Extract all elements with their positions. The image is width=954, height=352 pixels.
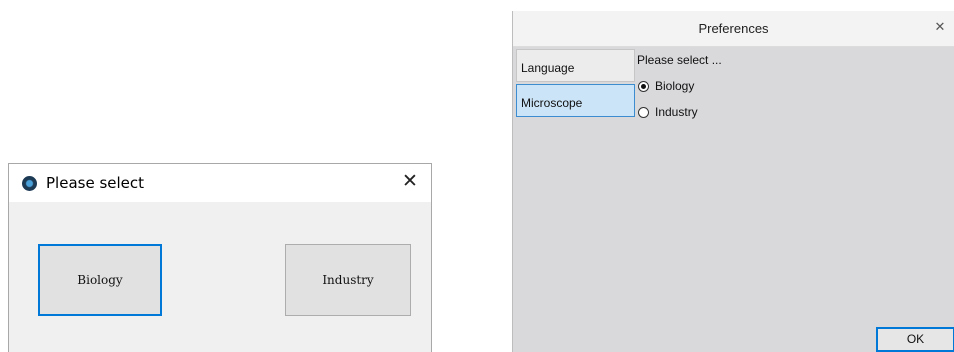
radio-button-unchecked[interactable] [638,106,649,118]
tab-language[interactable]: Language [516,49,635,82]
select-dialog-titlebar: Please select ✕ [9,164,431,202]
preferences-titlebar: Preferences ✕ [513,11,954,47]
preferences-dialog: Preferences ✕ Language Microscope Please… [512,11,954,352]
radio-biology[interactable]: Biology [638,78,694,94]
industry-button[interactable]: Industry [285,244,411,316]
radio-button-checked[interactable] [638,80,649,92]
ok-button[interactable]: OK [876,327,954,352]
radio-industry-label: Industry [655,105,698,119]
close-icon[interactable]: ✕ [932,20,948,36]
preferences-title: Preferences [698,21,769,36]
app-icon [22,176,37,191]
microscope-panel: Please select ... Biology Industry [637,49,954,352]
biology-button[interactable]: Biology [38,244,162,316]
preferences-tabs: Language Microscope [516,49,635,117]
select-prompt: Please select ... [637,53,722,67]
select-dialog-title: Please select [46,174,145,192]
close-icon[interactable]: ✕ [399,170,421,192]
radio-industry[interactable]: Industry [638,104,698,120]
radio-biology-label: Biology [655,79,695,93]
select-dialog: Please select ✕ Biology Industry [8,163,432,352]
tab-microscope[interactable]: Microscope [516,84,635,117]
